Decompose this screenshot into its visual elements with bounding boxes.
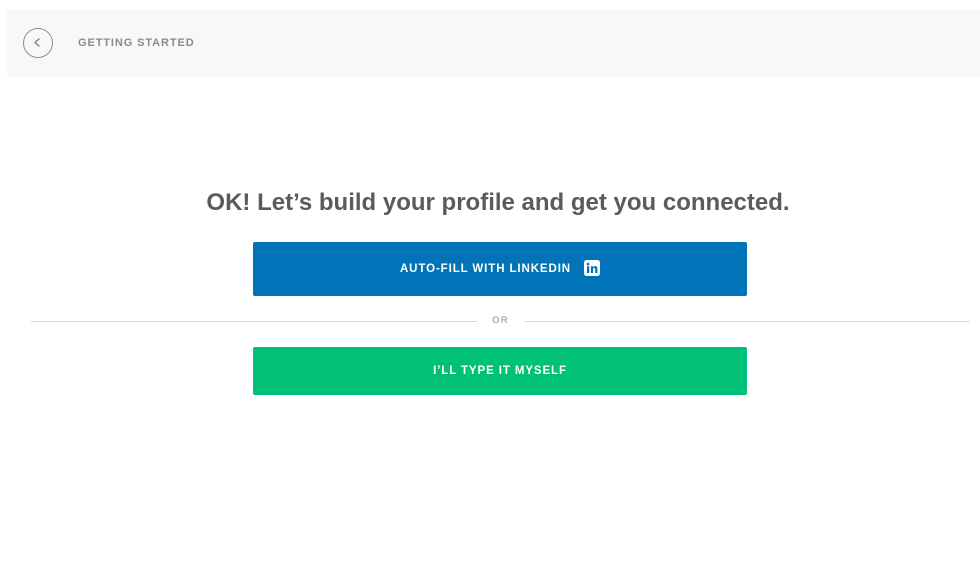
- divider-or: OR: [492, 315, 509, 326]
- top-bar: GETTING STARTED: [7, 10, 980, 77]
- linkedin-button-label: AUTO-FILL WITH LINKEDIN: [399, 263, 572, 275]
- divider-left: [31, 321, 477, 322]
- getting-started-page: GETTING STARTED OK! Let’s build your pro…: [0, 0, 980, 565]
- type-it-myself-label: I’LL TYPE IT MYSELF: [433, 365, 567, 377]
- headline: OK! Let’s build your profile and get you…: [206, 189, 790, 216]
- linkedin-icon: [584, 260, 601, 276]
- page-title: GETTING STARTED: [78, 37, 195, 49]
- back-button[interactable]: [23, 28, 53, 58]
- chevron-left-icon: [34, 38, 40, 47]
- type-it-myself-button[interactable]: I’LL TYPE IT MYSELF: [253, 347, 747, 395]
- divider-right: [524, 321, 970, 322]
- auto-fill-linkedin-button[interactable]: AUTO-FILL WITH LINKEDIN: [253, 242, 747, 296]
